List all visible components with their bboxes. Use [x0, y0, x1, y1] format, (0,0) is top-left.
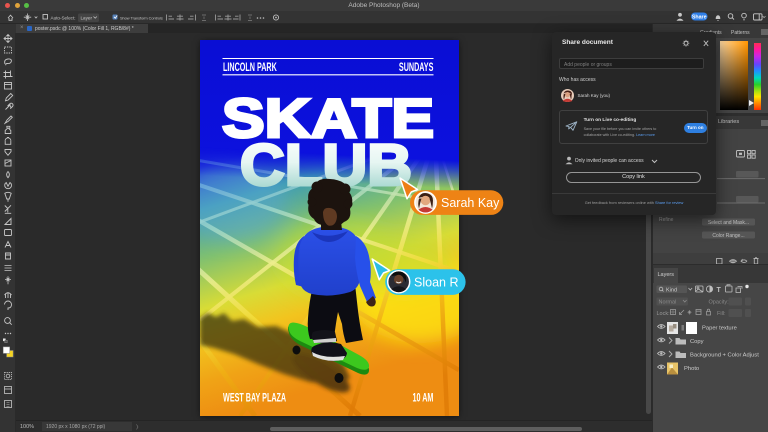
svg-text:Fill:: Fill:: [717, 311, 726, 317]
svg-text:Kind: Kind: [666, 288, 677, 294]
svg-text:Color Range...: Color Range...: [712, 233, 744, 239]
svg-text:Auto-Select:: Auto-Select:: [51, 15, 76, 20]
svg-text:Photo: Photo: [684, 366, 699, 372]
svg-text:Copy: Copy: [690, 339, 704, 345]
svg-text:SUNDAYS: SUNDAYS: [399, 61, 434, 74]
svg-text:Paper texture: Paper texture: [702, 326, 737, 332]
svg-text:Normal: Normal: [659, 300, 677, 306]
svg-text:Layer: Layer: [81, 15, 93, 20]
svg-text:Refine: Refine: [659, 217, 674, 223]
svg-text:Background + Color Adjust: Background + Color Adjust: [690, 353, 759, 359]
svg-text:LINCOLN PARK: LINCOLN PARK: [223, 61, 277, 74]
svg-text:Lock:: Lock:: [657, 311, 671, 317]
svg-text:WEST BAY PLAZA: WEST BAY PLAZA: [223, 392, 286, 405]
svg-text:Share: Share: [692, 14, 707, 20]
svg-text:Show Transform Controls: Show Transform Controls: [120, 15, 163, 20]
svg-text:10 AM: 10 AM: [413, 392, 434, 405]
svg-text:Opacity:: Opacity:: [709, 300, 730, 306]
svg-text:Sarah Kay: Sarah Kay: [441, 196, 500, 210]
svg-text:T: T: [717, 287, 722, 294]
svg-text:Sloan R: Sloan R: [414, 276, 458, 290]
svg-text:Select and Mask...: Select and Mask...: [708, 220, 749, 226]
